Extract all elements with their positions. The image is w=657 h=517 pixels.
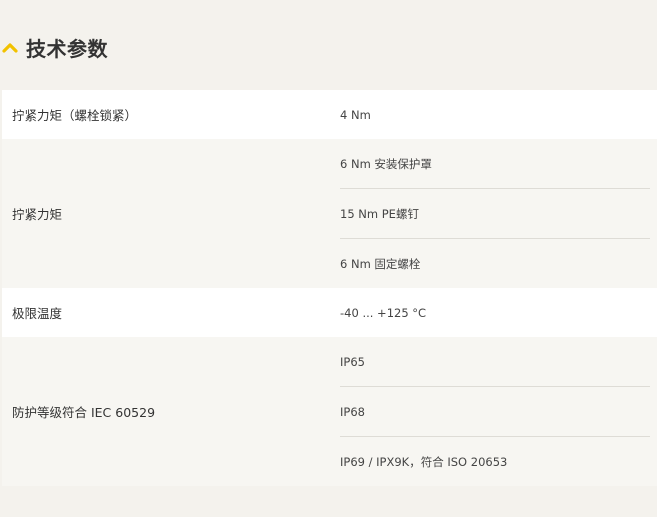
spec-row: 防护等级符合 IEC 60529 IP65 IP68 IP69 / IPX9K，… (2, 337, 657, 486)
spec-value-wrap: IP68 (340, 387, 650, 437)
section-title: 技术参数 (26, 36, 108, 61)
spec-row: 极限温度 -40 ... +125 °C (2, 288, 657, 337)
spec-value: 6 Nm 固定螺栓 (340, 256, 421, 271)
spec-row: 拧紧力矩 6 Nm 安装保护罩 15 Nm PE螺钉 6 Nm 固定螺栓 (2, 139, 657, 288)
spec-value: IP68 (340, 404, 365, 419)
spec-value-cell: -40 ... +125 °C (331, 288, 657, 337)
spec-value-wrap: 4 Nm (340, 90, 650, 139)
spec-value: -40 ... +125 °C (340, 305, 427, 320)
spec-table: 拧紧力矩（螺栓锁紧） 4 Nm 拧紧力矩 6 Nm 安装保护罩 15 Nm PE… (2, 90, 657, 486)
spec-value: 4 Nm (340, 107, 371, 122)
spec-value-wrap: 6 Nm 固定螺栓 (340, 239, 650, 288)
spec-row: 拧紧力矩（螺栓锁紧） 4 Nm (2, 90, 657, 139)
spec-value-wrap: 15 Nm PE螺钉 (340, 189, 650, 239)
spec-value-wrap: IP65 (340, 337, 650, 387)
spec-value-cell: IP65 IP68 IP69 / IPX9K，符合 ISO 20653 (331, 337, 657, 486)
spec-label: 防护等级符合 IEC 60529 (12, 405, 156, 420)
technical-parameters-header[interactable]: 技术参数 (2, 30, 108, 64)
spec-value: IP69 / IPX9K，符合 ISO 20653 (340, 454, 508, 469)
spec-label: 拧紧力矩 (12, 207, 63, 222)
spec-value-wrap: IP69 / IPX9K，符合 ISO 20653 (340, 437, 650, 486)
spec-value-cell: 4 Nm (331, 90, 657, 139)
spec-value-cell: 6 Nm 安装保护罩 15 Nm PE螺钉 6 Nm 固定螺栓 (331, 139, 657, 288)
spec-label: 极限温度 (12, 306, 63, 321)
spec-value-wrap: 6 Nm 安装保护罩 (340, 139, 650, 189)
spec-value: 15 Nm PE螺钉 (340, 206, 419, 221)
spec-label: 拧紧力矩（螺栓锁紧） (12, 108, 138, 123)
spec-value: IP65 (340, 354, 365, 369)
chevron-up-icon (2, 43, 18, 53)
spec-value: 6 Nm 安装保护罩 (340, 156, 432, 171)
spec-value-wrap: -40 ... +125 °C (340, 288, 650, 337)
